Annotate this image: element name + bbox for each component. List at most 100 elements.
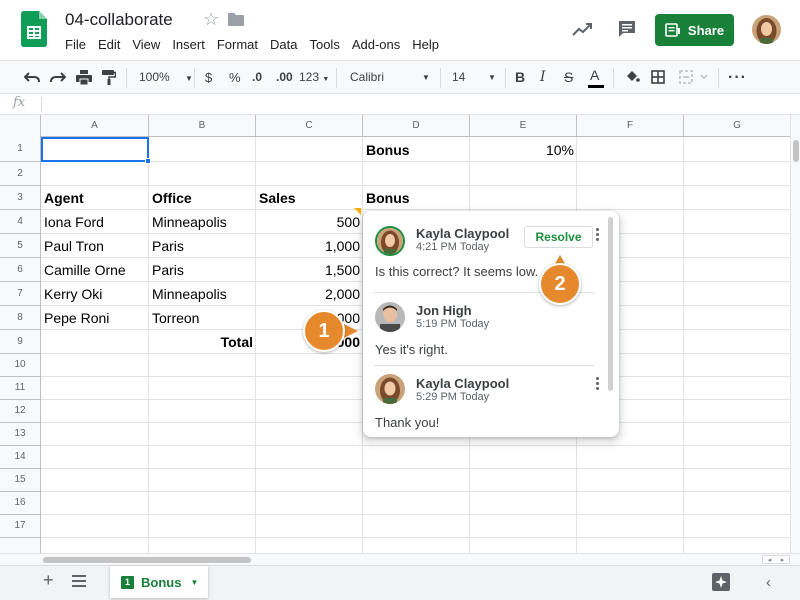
row-header-13[interactable]: 13 xyxy=(0,423,41,446)
text-color-button[interactable]: A xyxy=(588,61,604,94)
add-sheet-button[interactable]: + xyxy=(43,570,54,591)
cell-c5[interactable]: 1,000 xyxy=(256,234,363,258)
row-header-9[interactable]: 9 xyxy=(0,330,41,354)
borders-icon[interactable] xyxy=(651,70,665,84)
cell-b8[interactable]: Torreon xyxy=(149,306,256,330)
menu-tools[interactable]: Tools xyxy=(303,36,345,54)
cell-c7[interactable]: 2,000 xyxy=(256,282,363,306)
cell-b4[interactable]: Minneapolis xyxy=(149,210,256,234)
menu-view[interactable]: View xyxy=(126,36,166,54)
formula-bar[interactable]: fx xyxy=(0,94,800,115)
row-header-5[interactable]: 5 xyxy=(0,234,41,258)
row-header-3[interactable]: 3 xyxy=(0,186,41,210)
cell-a4[interactable]: Iona Ford xyxy=(41,210,149,234)
cell-e1[interactable]: 10% xyxy=(470,138,577,162)
column-header-c[interactable]: C xyxy=(256,115,363,137)
more-formats-button[interactable]: 123 ▼ xyxy=(299,61,329,94)
bold-button[interactable]: B xyxy=(515,61,525,94)
activity-trend-icon[interactable] xyxy=(571,20,593,38)
paint-format-icon[interactable] xyxy=(102,70,116,85)
more-vert-icon[interactable] xyxy=(596,377,600,393)
column-header-b[interactable]: B xyxy=(149,115,256,137)
menu-file[interactable]: File xyxy=(59,36,92,54)
cell-b6[interactable]: Paris xyxy=(149,258,256,282)
currency-format-button[interactable]: $ xyxy=(205,61,212,94)
comment-panel-scrollbar[interactable] xyxy=(608,217,613,391)
cell-b3[interactable]: Office xyxy=(149,186,256,210)
row-header-12[interactable]: 12 xyxy=(0,400,41,423)
column-header-f[interactable]: F xyxy=(577,115,684,137)
decrease-decimal-button[interactable]: .0 xyxy=(252,61,262,94)
row-header-10[interactable]: 10 xyxy=(0,354,41,377)
selected-cell-a1[interactable] xyxy=(41,137,149,162)
percent-format-button[interactable]: % xyxy=(229,61,241,94)
cell-a6[interactable]: Camille Orne xyxy=(41,258,149,282)
more-vert-icon[interactable] xyxy=(596,228,600,244)
vertical-scroll-thumb[interactable] xyxy=(793,140,799,162)
strikethrough-button[interactable]: S xyxy=(564,61,573,94)
cell-d1[interactable]: Bonus xyxy=(363,138,470,162)
cell-a8[interactable]: Pepe Roni xyxy=(41,306,149,330)
row-header-6[interactable]: 6 xyxy=(0,258,41,282)
cell-a7[interactable]: Kerry Oki xyxy=(41,282,149,306)
fill-handle[interactable] xyxy=(145,158,151,164)
document-title[interactable]: 04-collaborate xyxy=(65,10,173,30)
cell-a3[interactable]: Agent xyxy=(41,186,149,210)
user-avatar[interactable] xyxy=(752,15,781,44)
sheet-tab-bonus[interactable]: 1 Bonus ▼ xyxy=(110,566,208,598)
sheets-logo-icon[interactable] xyxy=(21,11,47,47)
menu-insert[interactable]: Insert xyxy=(166,36,211,54)
cell-c4[interactable]: 500 xyxy=(256,210,363,234)
fill-color-icon[interactable] xyxy=(624,69,640,85)
collapse-side-panel-icon[interactable]: ‹ xyxy=(766,574,771,591)
row-header-7[interactable]: 7 xyxy=(0,282,41,306)
merge-cells-icon[interactable] xyxy=(679,70,709,84)
horizontal-scrollbar[interactable]: ◂ ▸ xyxy=(0,553,800,565)
row-header-1[interactable]: 1 xyxy=(0,137,41,162)
font-family-select[interactable]: Calibri ▼ xyxy=(350,61,430,94)
menu-format[interactable]: Format xyxy=(211,36,264,54)
scroll-left-icon[interactable]: ◂ xyxy=(768,556,772,564)
menu-help[interactable]: Help xyxy=(406,36,445,54)
font-size-select[interactable]: 14 ▼ xyxy=(452,61,498,94)
horizontal-scroll-arrows[interactable]: ◂ ▸ xyxy=(762,555,790,564)
column-header-e[interactable]: E xyxy=(470,115,577,137)
scroll-right-icon[interactable]: ▸ xyxy=(781,556,785,564)
resolve-button[interactable]: Resolve xyxy=(524,226,593,248)
increase-decimal-button[interactable]: .00 xyxy=(276,61,293,94)
folder-icon[interactable] xyxy=(228,13,244,26)
cell-b9[interactable]: Total xyxy=(149,330,256,354)
chevron-down-icon[interactable]: ▼ xyxy=(190,578,198,587)
star-icon[interactable]: ☆ xyxy=(203,9,219,30)
cell-b7[interactable]: Minneapolis xyxy=(149,282,256,306)
select-all-corner[interactable] xyxy=(0,115,41,137)
print-icon[interactable] xyxy=(76,70,92,85)
row-header-16[interactable]: 16 xyxy=(0,492,41,515)
cell-a5[interactable]: Paul Tron xyxy=(41,234,149,258)
row-header-8[interactable]: 8 xyxy=(0,306,41,330)
column-header-a[interactable]: A xyxy=(41,115,149,137)
vertical-scrollbar[interactable] xyxy=(790,115,800,553)
zoom-select[interactable]: 100% ▼ xyxy=(139,61,193,94)
menu-addons[interactable]: Add-ons xyxy=(346,36,406,54)
column-header-d[interactable]: D xyxy=(363,115,470,137)
cell-b5[interactable]: Paris xyxy=(149,234,256,258)
row-header-14[interactable]: 14 xyxy=(0,446,41,469)
row-header-2[interactable]: 2 xyxy=(0,162,41,186)
row-header-17[interactable]: 17 xyxy=(0,515,41,538)
share-button[interactable]: Share xyxy=(655,14,734,46)
comment-thread-panel[interactable]: Kayla Claypool 4:21 PM Today Resolve Is … xyxy=(363,211,619,437)
row-header-4[interactable]: 4 xyxy=(0,210,41,234)
row-header-18[interactable] xyxy=(0,538,41,553)
column-header-g[interactable]: G xyxy=(684,115,790,137)
more-options-icon[interactable]: ··· xyxy=(728,61,747,94)
row-header-11[interactable]: 11 xyxy=(0,377,41,400)
cell-c3[interactable]: Sales xyxy=(256,186,363,210)
horizontal-scroll-thumb[interactable] xyxy=(43,557,251,563)
comment-indicator[interactable] xyxy=(354,208,361,215)
menu-edit[interactable]: Edit xyxy=(92,36,126,54)
menu-data[interactable]: Data xyxy=(264,36,303,54)
row-header-15[interactable]: 15 xyxy=(0,469,41,492)
cell-c6[interactable]: 1,500 xyxy=(256,258,363,282)
all-sheets-list-icon[interactable] xyxy=(72,575,86,587)
